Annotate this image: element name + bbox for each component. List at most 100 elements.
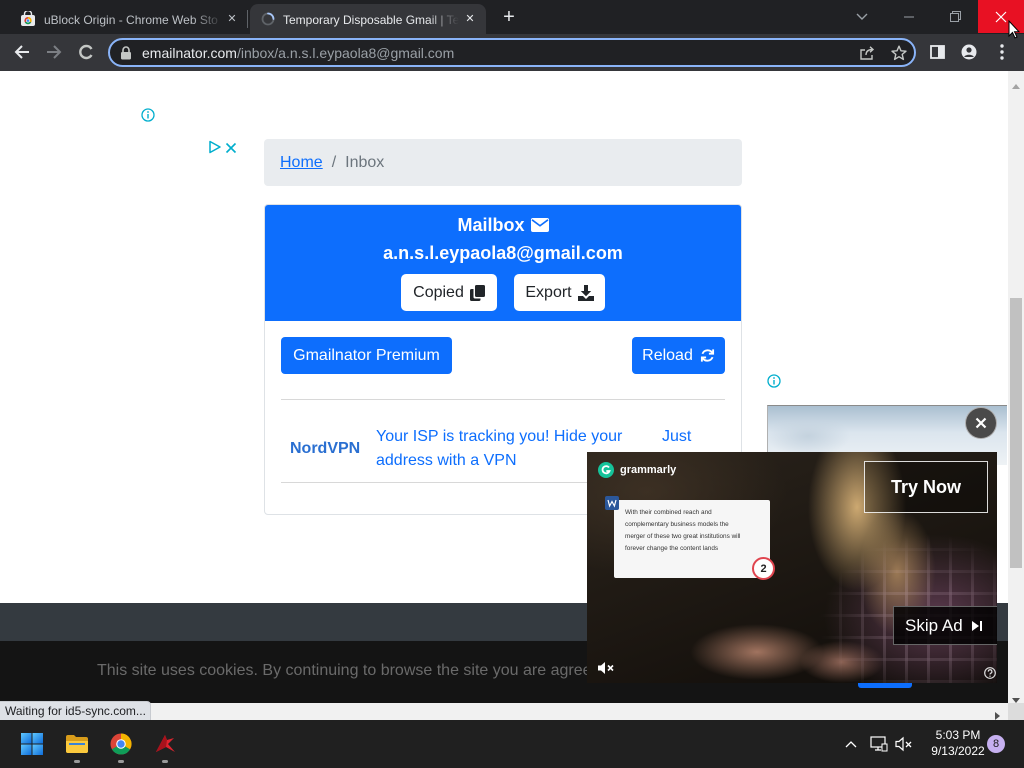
horizontal-scrollbar[interactable] xyxy=(0,703,1008,720)
close-icon xyxy=(995,11,1007,22)
skip-ad-button[interactable]: Skip Ad xyxy=(893,606,997,645)
start-icon xyxy=(21,733,43,755)
bookmark-star-icon[interactable] xyxy=(891,45,907,66)
scroll-up-arrow-icon[interactable] xyxy=(1012,76,1020,94)
video-ad[interactable]: grammarly With their combined reach and … xyxy=(587,452,997,683)
ad-close-button[interactable] xyxy=(965,407,997,439)
copy-email-button[interactable]: Copied xyxy=(401,274,497,311)
help-icon[interactable] xyxy=(984,666,996,683)
message-sender: NordVPN xyxy=(290,440,361,457)
ad-try-now-label: Try Now xyxy=(890,476,961,497)
ad-info-icon[interactable] xyxy=(141,108,155,127)
export-button[interactable]: Export xyxy=(514,274,605,311)
reload-button[interactable]: Reload xyxy=(632,337,725,374)
tab-ublock-origin[interactable]: uBlock Origin - Chrome Web Sto ✕ xyxy=(8,4,246,34)
chrome-icon xyxy=(110,733,132,755)
back-arrow-icon xyxy=(14,45,29,59)
mailbox-title: Mailbox xyxy=(264,214,742,236)
sync-icon xyxy=(700,348,715,363)
scrollbar-corner xyxy=(1008,703,1024,720)
ad-info-icon[interactable] xyxy=(767,374,781,393)
breadcrumb-home-link[interactable]: Home xyxy=(280,154,323,172)
breadcrumb-separator: / xyxy=(331,153,337,171)
chevron-down-icon xyxy=(856,13,868,20)
chrome-taskbar-button[interactable] xyxy=(109,732,133,756)
copy-icon xyxy=(469,284,485,301)
close-tab-icon[interactable]: ✕ xyxy=(225,12,239,26)
mouse-cursor-icon xyxy=(1008,19,1021,44)
restore-icon xyxy=(949,11,961,22)
ad-close-icon[interactable] xyxy=(225,141,237,159)
tab-title: uBlock Origin - Chrome Web Sto xyxy=(44,13,218,27)
new-tab-button[interactable]: + xyxy=(499,6,519,28)
tab-search-button[interactable] xyxy=(839,0,885,33)
address-bar[interactable]: emailnator.com/inbox/a.n.s.l.eypaola8@gm… xyxy=(108,38,916,67)
scroll-right-arrow-icon[interactable] xyxy=(995,707,1000,725)
ad-brand-name: grammarly xyxy=(620,464,677,476)
word-doc-icon xyxy=(605,496,619,515)
adchoices-icon[interactable] xyxy=(208,140,222,159)
file-explorer-icon xyxy=(66,735,88,753)
running-indicator xyxy=(118,760,124,763)
download-icon xyxy=(577,284,594,301)
back-button[interactable] xyxy=(10,40,34,64)
forward-button[interactable] xyxy=(42,40,66,64)
volume-button[interactable] xyxy=(892,732,916,756)
red-app-icon xyxy=(156,735,175,752)
premium-button-label: Gmailnator Premium xyxy=(293,346,440,364)
clock-date: 9/13/2022 xyxy=(931,744,985,758)
minimize-button[interactable] xyxy=(886,0,932,33)
vertical-scrollbar[interactable] xyxy=(1008,71,1024,703)
notification-badge[interactable]: 8 xyxy=(987,735,1005,753)
url-path: /inbox/a.n.s.l.eypaola8@gmail.com xyxy=(236,45,455,61)
url-text[interactable]: emailnator.com/inbox/a.n.s.l.eypaola8@gm… xyxy=(142,45,454,61)
restore-button[interactable] xyxy=(932,0,978,33)
cookie-notice-text: This site uses cookies. By continuing to… xyxy=(97,662,592,679)
breadcrumb-current: Inbox xyxy=(345,153,385,171)
status-bubble: Waiting for id5-sync.com... xyxy=(0,701,151,720)
show-hidden-icons-button[interactable] xyxy=(839,732,863,756)
ad-suggestion-count: 2 xyxy=(760,562,767,575)
breadcrumb: Home / Inbox xyxy=(264,139,742,186)
profile-button[interactable] xyxy=(957,40,981,64)
share-icon[interactable] xyxy=(859,46,875,65)
volume-muted-icon[interactable] xyxy=(597,660,615,681)
skip-next-icon xyxy=(971,620,983,632)
tab-title: Temporary Disposable Gmail | Te xyxy=(283,13,459,27)
copy-button-label: Copied xyxy=(413,283,464,301)
side-panel-button[interactable] xyxy=(925,40,949,64)
close-tab-icon[interactable]: ✕ xyxy=(463,12,477,26)
ad-document-line: merger of these two great institutions w… xyxy=(625,533,741,540)
running-indicator xyxy=(162,760,168,763)
red-app-taskbar-button[interactable] xyxy=(153,732,177,756)
profile-icon xyxy=(961,44,977,60)
network-button[interactable] xyxy=(867,732,891,756)
vertical-scrollbar-thumb[interactable] xyxy=(1010,298,1022,568)
grammarly-logo-icon xyxy=(598,462,614,483)
side-panel-icon xyxy=(929,45,945,59)
url-domain: emailnator.com xyxy=(142,45,237,61)
mailbox-email: a.n.s.l.eypaola8@gmail.com xyxy=(383,243,623,263)
volume-muted-icon xyxy=(895,736,912,752)
envelope-icon xyxy=(530,218,549,232)
taskbar-clock[interactable]: 5:03 PM 9/13/2022 xyxy=(922,727,994,761)
ad-try-now-button[interactable]: Try Now xyxy=(864,461,988,513)
file-explorer-button[interactable] xyxy=(65,732,89,756)
export-button-label: Export xyxy=(525,283,572,301)
ad-document-line: With their combined reach and xyxy=(625,509,712,516)
skip-ad-label: Skip Ad xyxy=(905,615,963,635)
notification-count: 8 xyxy=(992,738,1000,750)
close-icon xyxy=(975,417,987,429)
forward-arrow-icon xyxy=(47,45,62,59)
minimize-icon xyxy=(904,16,914,17)
stop-loading-button[interactable] xyxy=(74,40,98,64)
tab-separator xyxy=(247,10,248,28)
gmailnator-premium-button[interactable]: Gmailnator Premium xyxy=(281,337,452,374)
ad-document-line: forever change the content lands xyxy=(625,545,719,552)
start-button[interactable] xyxy=(20,732,44,756)
message-time: Just xyxy=(662,428,692,445)
clock-time: 5:03 PM xyxy=(935,728,981,742)
loading-indicator-icon xyxy=(79,44,93,60)
tab-temporary-disposable-gmail[interactable]: Temporary Disposable Gmail | Te ✕ xyxy=(250,4,486,34)
loading-spinner-icon xyxy=(261,12,275,31)
